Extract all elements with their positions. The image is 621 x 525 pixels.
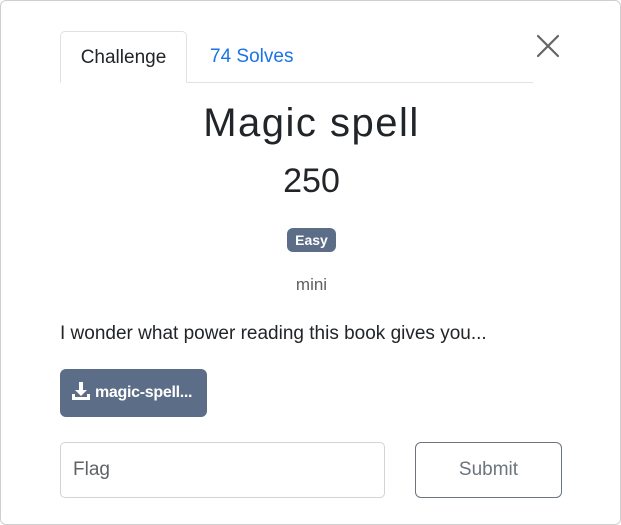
- challenge-description: I wonder what power reading this book gi…: [60, 323, 487, 344]
- difficulty-badge: Easy: [287, 228, 336, 252]
- flag-input[interactable]: [60, 442, 385, 498]
- submit-button[interactable]: Submit: [415, 442, 562, 498]
- close-icon[interactable]: [535, 33, 561, 59]
- challenge-title: Magic spell: [203, 101, 420, 145]
- challenge-author: mini: [295, 275, 328, 294]
- difficulty-badge-wrapper: Easy: [1, 228, 621, 252]
- challenge-points: 250: [283, 162, 340, 200]
- challenge-tabs: Challenge 74 Solves: [60, 31, 533, 83]
- download-file-button[interactable]: magic-spell...: [60, 369, 207, 417]
- download-icon: [70, 380, 92, 407]
- tab-challenge[interactable]: Challenge: [60, 31, 187, 83]
- download-file-label: magic-spell...: [95, 384, 193, 401]
- tab-solves[interactable]: 74 Solves: [210, 31, 293, 82]
- challenge-modal: Challenge 74 Solves Magic spell 250 Easy…: [0, 0, 621, 525]
